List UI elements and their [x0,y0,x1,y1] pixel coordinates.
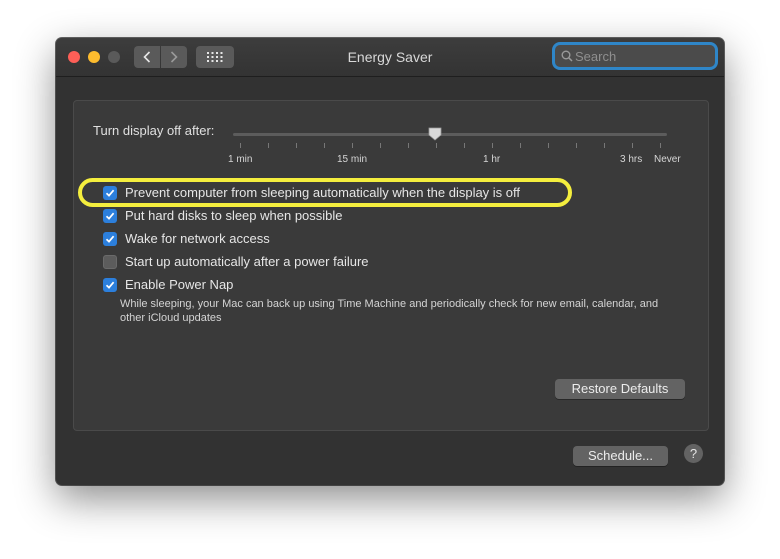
slider-tick [268,143,269,148]
tick-label-1-hr: 1 hr [483,154,501,165]
checkmark-icon [105,212,115,220]
slider-tick [296,143,297,148]
slider-tick [408,143,409,148]
restore-defaults-button[interactable]: Restore Defaults [555,379,685,399]
slider-tick [380,143,381,148]
slider-tick [520,143,521,148]
wake-network-label: Wake for network access [125,231,270,246]
slider-tick [604,143,605,148]
slider-tick [464,143,465,148]
tick-label-15-min: 15 min [337,154,368,165]
slider-tick [576,143,577,148]
wake-network-checkbox[interactable] [103,231,117,246]
tick-label-1-min: 1 min [228,154,253,165]
slider-thumb[interactable] [428,127,442,141]
settings-panel: Turn display off after: 1 min 15 min 1 h… [73,100,709,431]
hard-disk-sleep-option[interactable]: Put hard disks to sleep when possible [103,208,343,223]
slider-tick [436,143,437,148]
help-button[interactable]: ? [684,444,703,463]
highlight-annotation [78,178,572,207]
checkmark-icon [105,281,115,289]
startup-after-power-failure-label: Start up automatically after a power fai… [125,254,369,269]
display-sleep-slider[interactable] [233,133,667,136]
search-icon [561,50,573,62]
slider-tick [492,143,493,148]
schedule-button[interactable]: Schedule... [573,446,668,466]
slider-tick [632,143,633,148]
power-nap-label: Enable Power Nap [125,277,234,292]
search-field[interactable] [555,45,715,67]
slider-tick [324,143,325,148]
checkmark-icon [105,235,115,243]
hard-disk-sleep-label: Put hard disks to sleep when possible [125,208,343,223]
hard-disk-sleep-checkbox[interactable] [103,208,117,223]
slider-tick [240,143,241,148]
slider-label: Turn display off after: [93,123,215,138]
power-nap-checkbox[interactable] [103,277,117,292]
slider-tick [660,143,661,148]
title-bar: Energy Saver [56,38,724,77]
search-input[interactable] [575,47,705,65]
startup-after-power-failure-checkbox[interactable] [103,254,117,269]
energy-saver-window: Energy Saver Turn display off after: [56,38,724,485]
slider-tick [352,143,353,148]
startup-after-power-failure-option[interactable]: Start up automatically after a power fai… [103,254,369,269]
power-nap-option[interactable]: Enable Power Nap [103,277,233,292]
power-nap-description: While sleeping, your Mac can back up usi… [120,298,659,324]
slider-tick [548,143,549,148]
tick-label-never: Never [654,154,681,165]
tick-label-3-hrs: 3 hrs [620,154,643,165]
wake-network-option[interactable]: Wake for network access [103,231,270,246]
